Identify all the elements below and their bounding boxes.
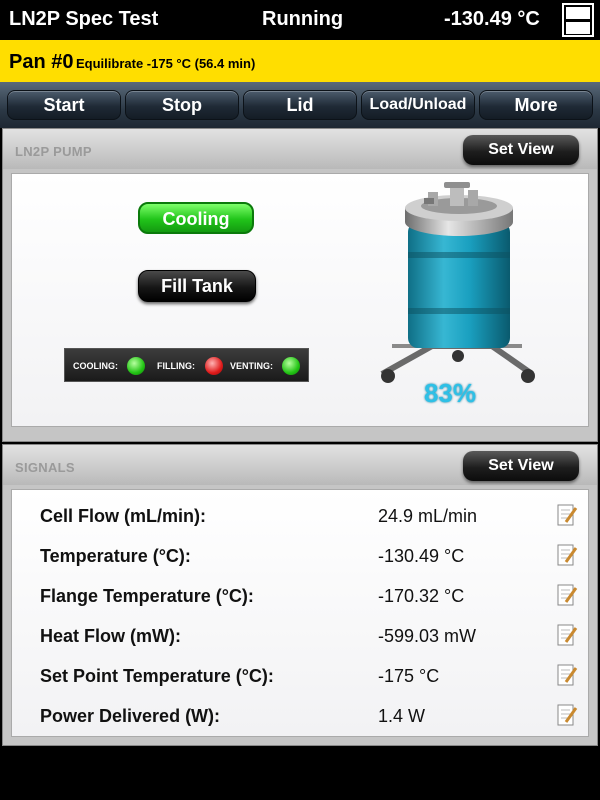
edit-signal-icon[interactable]: [556, 542, 578, 568]
edit-signal-icon[interactable]: [556, 662, 578, 688]
current-temperature: -130.49 °C: [444, 8, 540, 30]
fill-tank-button[interactable]: Fill Tank: [138, 270, 256, 302]
signal-label: Cell Flow (mL/min):: [40, 506, 206, 526]
filling-led-icon: [205, 357, 223, 375]
edit-signal-icon[interactable]: [556, 622, 578, 648]
split-layout-icon[interactable]: [562, 3, 594, 37]
more-button[interactable]: More: [479, 90, 593, 120]
signal-value: -130.49 °C: [378, 546, 465, 566]
start-button[interactable]: Start: [7, 90, 121, 120]
signal-value: -175 °C: [378, 666, 440, 686]
filling-indicator-label: FILLING:: [157, 361, 195, 371]
pan-number: Pan #0: [9, 51, 74, 73]
app-title: LN2P Spec Test: [9, 8, 159, 30]
edit-signal-icon[interactable]: [556, 502, 578, 528]
signal-label: Power Delivered (W):: [40, 706, 221, 726]
signals-panel-title: SIGNALS: [15, 460, 75, 475]
edit-signal-icon[interactable]: [556, 702, 578, 728]
signals-panel: SIGNALS Set View Cell Flow (mL/min): 24.…: [2, 444, 598, 746]
signal-row: Temperature (°C): -130.49 °C: [40, 542, 580, 568]
signal-value: 1.4 W: [378, 706, 426, 726]
lid-button[interactable]: Lid: [243, 90, 357, 120]
signal-label: Heat Flow (mW):: [40, 626, 181, 646]
signal-row: Cell Flow (mL/min): 24.9 mL/min: [40, 502, 580, 528]
signals-panel-body: Cell Flow (mL/min): 24.9 mL/min Temperat…: [11, 489, 589, 737]
signals-set-view-button[interactable]: Set View: [463, 451, 579, 481]
signal-label: Flange Temperature (°C):: [40, 586, 254, 606]
pump-panel: LN2P PUMP Set View Cooling Fill Tank COO…: [2, 128, 598, 442]
cooling-led-icon: [127, 357, 145, 375]
cooling-button[interactable]: Cooling: [138, 202, 254, 234]
signal-value: -599.03 mW: [378, 626, 477, 646]
status-indicators: COOLING: FILLING: VENTING:: [64, 348, 309, 382]
signal-value: -170.32 °C: [378, 586, 465, 606]
title-bar: LN2P Spec Test Running -130.49 °C: [0, 0, 600, 40]
method-step: Equilibrate -175 °C (56.4 min): [76, 56, 256, 71]
pump-panel-title: LN2P PUMP: [15, 144, 92, 159]
tank-level-percent: 83%: [423, 378, 477, 408]
pump-panel-body: Cooling Fill Tank COOLING: FILLING: VENT…: [11, 173, 589, 427]
ln2-dewar-icon: [380, 182, 535, 383]
bottom-bar: [0, 748, 600, 800]
toolbar: Start Stop Lid Load/Unload More: [0, 82, 600, 128]
signal-label: Temperature (°C):: [40, 546, 191, 566]
signal-value: 24.9 mL/min: [378, 506, 478, 526]
signal-row: Heat Flow (mW): -599.03 mW: [40, 622, 580, 648]
venting-led-icon: [282, 357, 300, 375]
pump-set-view-button[interactable]: Set View: [463, 135, 579, 165]
cooling-indicator-label: COOLING:: [73, 361, 118, 371]
venting-indicator-label: VENTING:: [230, 361, 274, 371]
signal-row: Power Delivered (W): 1.4 W: [40, 702, 580, 728]
signal-row: Flange Temperature (°C): -170.32 °C: [40, 582, 580, 608]
signal-label: Set Point Temperature (°C):: [40, 666, 274, 686]
run-status: Running: [262, 8, 344, 30]
load-unload-button[interactable]: Load/Unload: [361, 90, 475, 120]
pan-status-bar: Pan #0 Equilibrate -175 °C (56.4 min): [0, 40, 600, 82]
signal-row: Set Point Temperature (°C): -175 °C: [40, 662, 580, 688]
stop-button[interactable]: Stop: [125, 90, 239, 120]
edit-signal-icon[interactable]: [556, 582, 578, 608]
